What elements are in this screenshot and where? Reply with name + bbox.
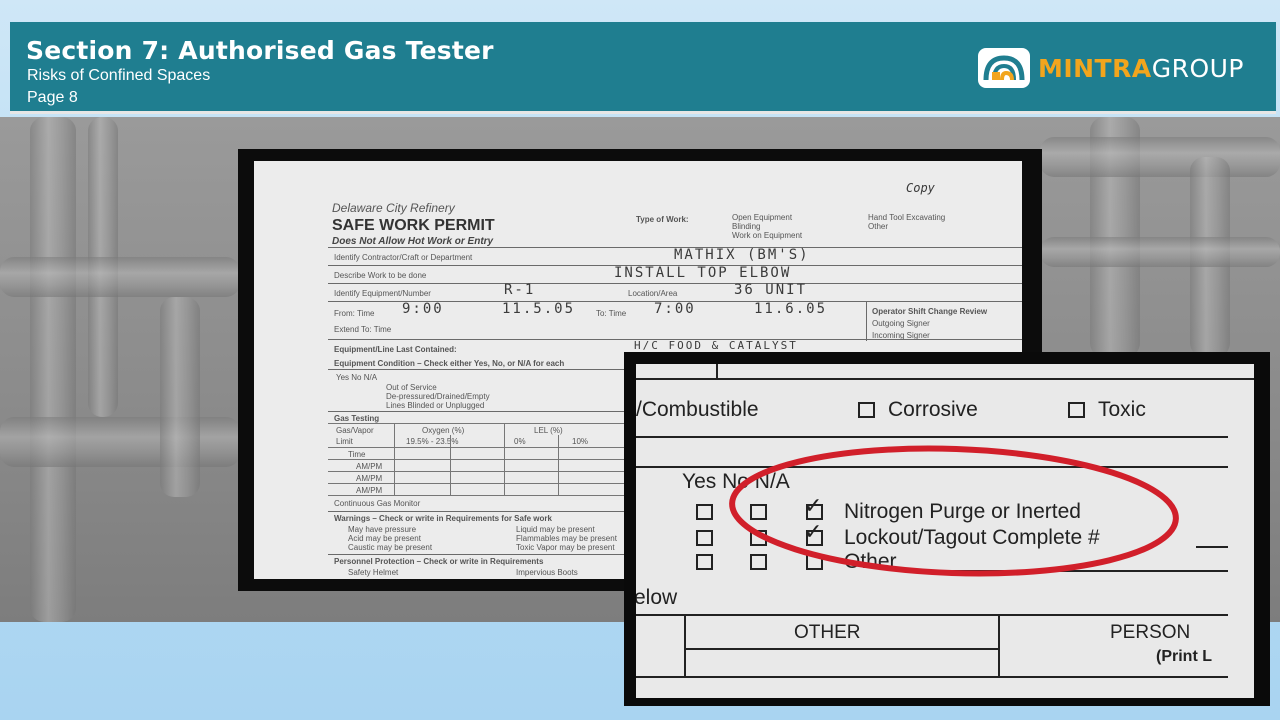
permit-company: Delaware City Refinery [332, 201, 455, 215]
from-date-value: 11.5.05 [502, 301, 576, 317]
type-of-work-label: Type of Work: [636, 215, 689, 224]
permit-row-label: Identify Contractor/Craft or Department [334, 253, 473, 262]
type-option: Hand Tool Excavating [868, 213, 946, 222]
page-number: Page 8 [27, 89, 78, 106]
warnings-label: Warnings – Check or write in Requirement… [334, 514, 552, 523]
permit-subtitle: Does Not Allow Hot Work or Entry [332, 236, 494, 247]
zoomed-permit-inset-frame: /Combustible Corrosive Toxic Yes No N/A … [624, 352, 1270, 706]
gas-row: AM/PM [356, 486, 383, 495]
gas-row: AM/PM [356, 474, 383, 483]
from-time-value: 9:00 [402, 301, 444, 317]
yes-no-na-header: Yes No N/A [336, 373, 378, 382]
lockout-yes-checkbox [696, 530, 713, 546]
gas-testing-label: Gas Testing [334, 414, 380, 423]
to-time-value: 7:00 [654, 301, 696, 317]
outgoing-signer-label: Outgoing Signer [872, 319, 930, 328]
to-date-value: 11.6.05 [754, 301, 828, 317]
logo-brand-mintra: MINTRA [1037, 53, 1152, 83]
permit-row-value: R-1 [504, 282, 536, 298]
other-yes-checkbox [696, 554, 713, 570]
toxic-checkbox [1068, 402, 1085, 418]
corrosive-label: Corrosive [888, 398, 978, 421]
nitrogen-yes-checkbox [696, 504, 713, 520]
warning-item: Caustic may be present [348, 543, 433, 552]
slide-header: Section 7: Authorised Gas Tester Risks o… [10, 22, 1276, 114]
contained-value: H/C FOOD & CATALYST [634, 339, 798, 352]
continuous-monitor-label: Continuous Gas Monitor [334, 499, 421, 508]
gas-header: Gas/Vapor [336, 426, 374, 435]
type-option: Blinding [732, 222, 761, 231]
from-time-label: From: Time [334, 309, 375, 318]
gas-header: Oxygen (%) [422, 426, 465, 435]
highlight-ellipse [729, 445, 1179, 577]
below-label: elow [636, 586, 678, 609]
zoomed-permit-inset: /Combustible Corrosive Toxic Yes No N/A … [636, 364, 1254, 698]
ppe-item: Impervious Boots [516, 568, 578, 577]
other-column-header: OTHER [794, 622, 861, 643]
section-title: Section 7: Authorised Gas Tester [26, 36, 494, 65]
print-label: (Print L [1156, 648, 1212, 665]
toxic-label: Toxic [1098, 398, 1146, 421]
permit-title: SAFE WORK PERMIT [332, 217, 495, 234]
gas-header: LEL (%) [534, 426, 563, 435]
equipment-condition-label: Equipment Condition – Check either Yes, … [334, 359, 565, 368]
logo-brand-group: GROUP [1151, 53, 1244, 83]
location-value: 36 UNIT [734, 282, 808, 298]
gas-limit: 0% [514, 437, 526, 446]
permit-row-label: Identify Equipment/Number [334, 289, 431, 298]
warning-item: May have pressure [348, 525, 417, 534]
type-option: Open Equipment [732, 213, 793, 222]
permit-row-value: MATHIX (BM'S) [674, 247, 810, 263]
to-time-label: To: Time [596, 309, 627, 318]
gas-limit: 10% [572, 437, 589, 446]
mintra-logo-icon [977, 48, 1030, 88]
ppe-label: Personnel Protection – Check or write in… [334, 557, 544, 566]
location-label: Location/Area [628, 289, 678, 298]
warning-item: Acid may be present [348, 534, 421, 543]
warning-item: Liquid may be present [516, 525, 595, 534]
permit-row-label: Describe Work to be done [334, 271, 427, 280]
extend-label: Extend To: Time [334, 325, 392, 334]
person-column-header: PERSON [1110, 622, 1191, 643]
combustible-label: /Combustible [636, 398, 759, 421]
corrosive-checkbox [858, 402, 875, 418]
ppe-item: Safety Helmet [348, 568, 399, 577]
gas-limit: Limit [336, 437, 353, 446]
gas-row: AM/PM [356, 462, 383, 471]
type-option: Work on Equipment [732, 231, 803, 240]
operator-shift-label: Operator Shift Change Review [872, 307, 988, 316]
permit-row-value: INSTALL TOP ELBOW [614, 265, 792, 281]
topic-subtitle: Risks of Confined Spaces [27, 67, 211, 84]
condition-item: Out of Service [386, 383, 437, 392]
mintra-logo: MINTRAGROUP [976, 46, 1244, 90]
warning-item: Toxic Vapor may be present [516, 543, 615, 552]
warning-item: Flammables may be present [516, 534, 617, 543]
gas-row: Time [348, 450, 366, 459]
type-option: Other [868, 222, 889, 231]
condition-item: Lines Blinded or Unplugged [386, 401, 485, 410]
condition-item: De-pressured/Drained/Empty [386, 392, 490, 401]
copy-note: Copy [906, 181, 935, 195]
equipment-last-contained-label: Equipment/Line Last Contained: [334, 345, 457, 354]
